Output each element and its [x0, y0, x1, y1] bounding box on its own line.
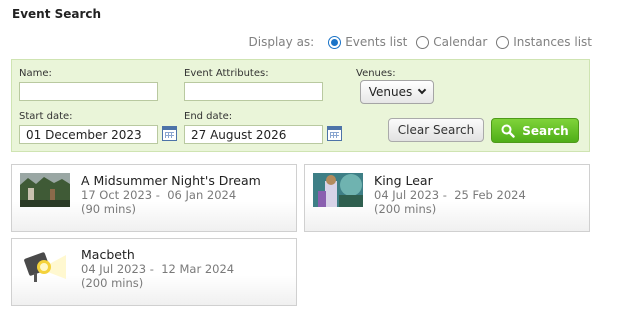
event-card-macbeth[interactable]: Macbeth 04 Jul 2023 - 12 Mar 2024 (200 m… [11, 238, 297, 306]
name-input[interactable] [19, 82, 158, 101]
event-duration: (200 mins) [374, 202, 437, 216]
display-option-calendar[interactable]: Calendar [416, 35, 487, 49]
start-date-input[interactable]: 01 December 2023 [19, 125, 158, 144]
venues-dropdown-label: Venues [368, 85, 413, 99]
event-card-king-lear[interactable]: King Lear 04 Jul 2023 - 25 Feb 2024 (200… [304, 164, 590, 232]
event-dates: 17 Oct 2023 - 06 Jan 2024 [81, 188, 237, 202]
event-thumbnail [20, 173, 70, 207]
instances-list-radio[interactable] [496, 35, 510, 49]
search-button[interactable]: Search [491, 118, 579, 143]
event-title[interactable]: A Midsummer Night's Dream [81, 173, 261, 188]
events-list-label: Events list [345, 35, 408, 49]
event-title[interactable]: Macbeth [81, 247, 135, 262]
calendar-label: Calendar [433, 35, 488, 49]
chevron-down-icon [418, 85, 427, 95]
calendar-radio[interactable] [416, 35, 430, 49]
search-button-label: Search [522, 123, 569, 138]
end-date-input[interactable]: 27 August 2026 [184, 125, 323, 144]
events-list-radio[interactable] [328, 35, 342, 49]
clear-search-button[interactable]: Clear Search [388, 118, 484, 142]
display-as-label: Display as: [248, 35, 315, 49]
page-title: Event Search [12, 7, 102, 21]
event-duration: (90 mins) [81, 202, 136, 216]
display-option-events-list[interactable]: Events list [328, 35, 407, 49]
display-mode-selector: Display as: Events list Calendar Instanc… [249, 35, 592, 49]
venues-label: Venues: [356, 68, 396, 79]
spotlight-icon [20, 249, 70, 283]
event-thumbnail [313, 173, 363, 207]
end-date-label: End date: [184, 111, 233, 122]
display-option-instances-list[interactable]: Instances list [496, 35, 592, 49]
event-duration: (200 mins) [81, 276, 144, 290]
event-attributes-input[interactable] [184, 82, 323, 101]
search-filter-panel: Name: Event Attributes: Venues: Venues S… [11, 59, 590, 152]
instances-list-label: Instances list [513, 35, 592, 49]
start-date-calendar-icon[interactable] [162, 126, 177, 141]
search-icon [501, 124, 515, 138]
event-dates: 04 Jul 2023 - 12 Mar 2024 [81, 262, 235, 276]
event-title[interactable]: King Lear [374, 173, 433, 188]
event-attributes-label: Event Attributes: [184, 68, 269, 79]
venues-dropdown[interactable]: Venues [360, 80, 434, 104]
name-label: Name: [19, 68, 52, 79]
start-date-label: Start date: [19, 111, 73, 122]
end-date-calendar-icon[interactable] [327, 126, 342, 141]
event-card-midsummer[interactable]: A Midsummer Night's Dream 17 Oct 2023 - … [11, 164, 297, 232]
event-dates: 04 Jul 2023 - 25 Feb 2024 [374, 188, 526, 202]
